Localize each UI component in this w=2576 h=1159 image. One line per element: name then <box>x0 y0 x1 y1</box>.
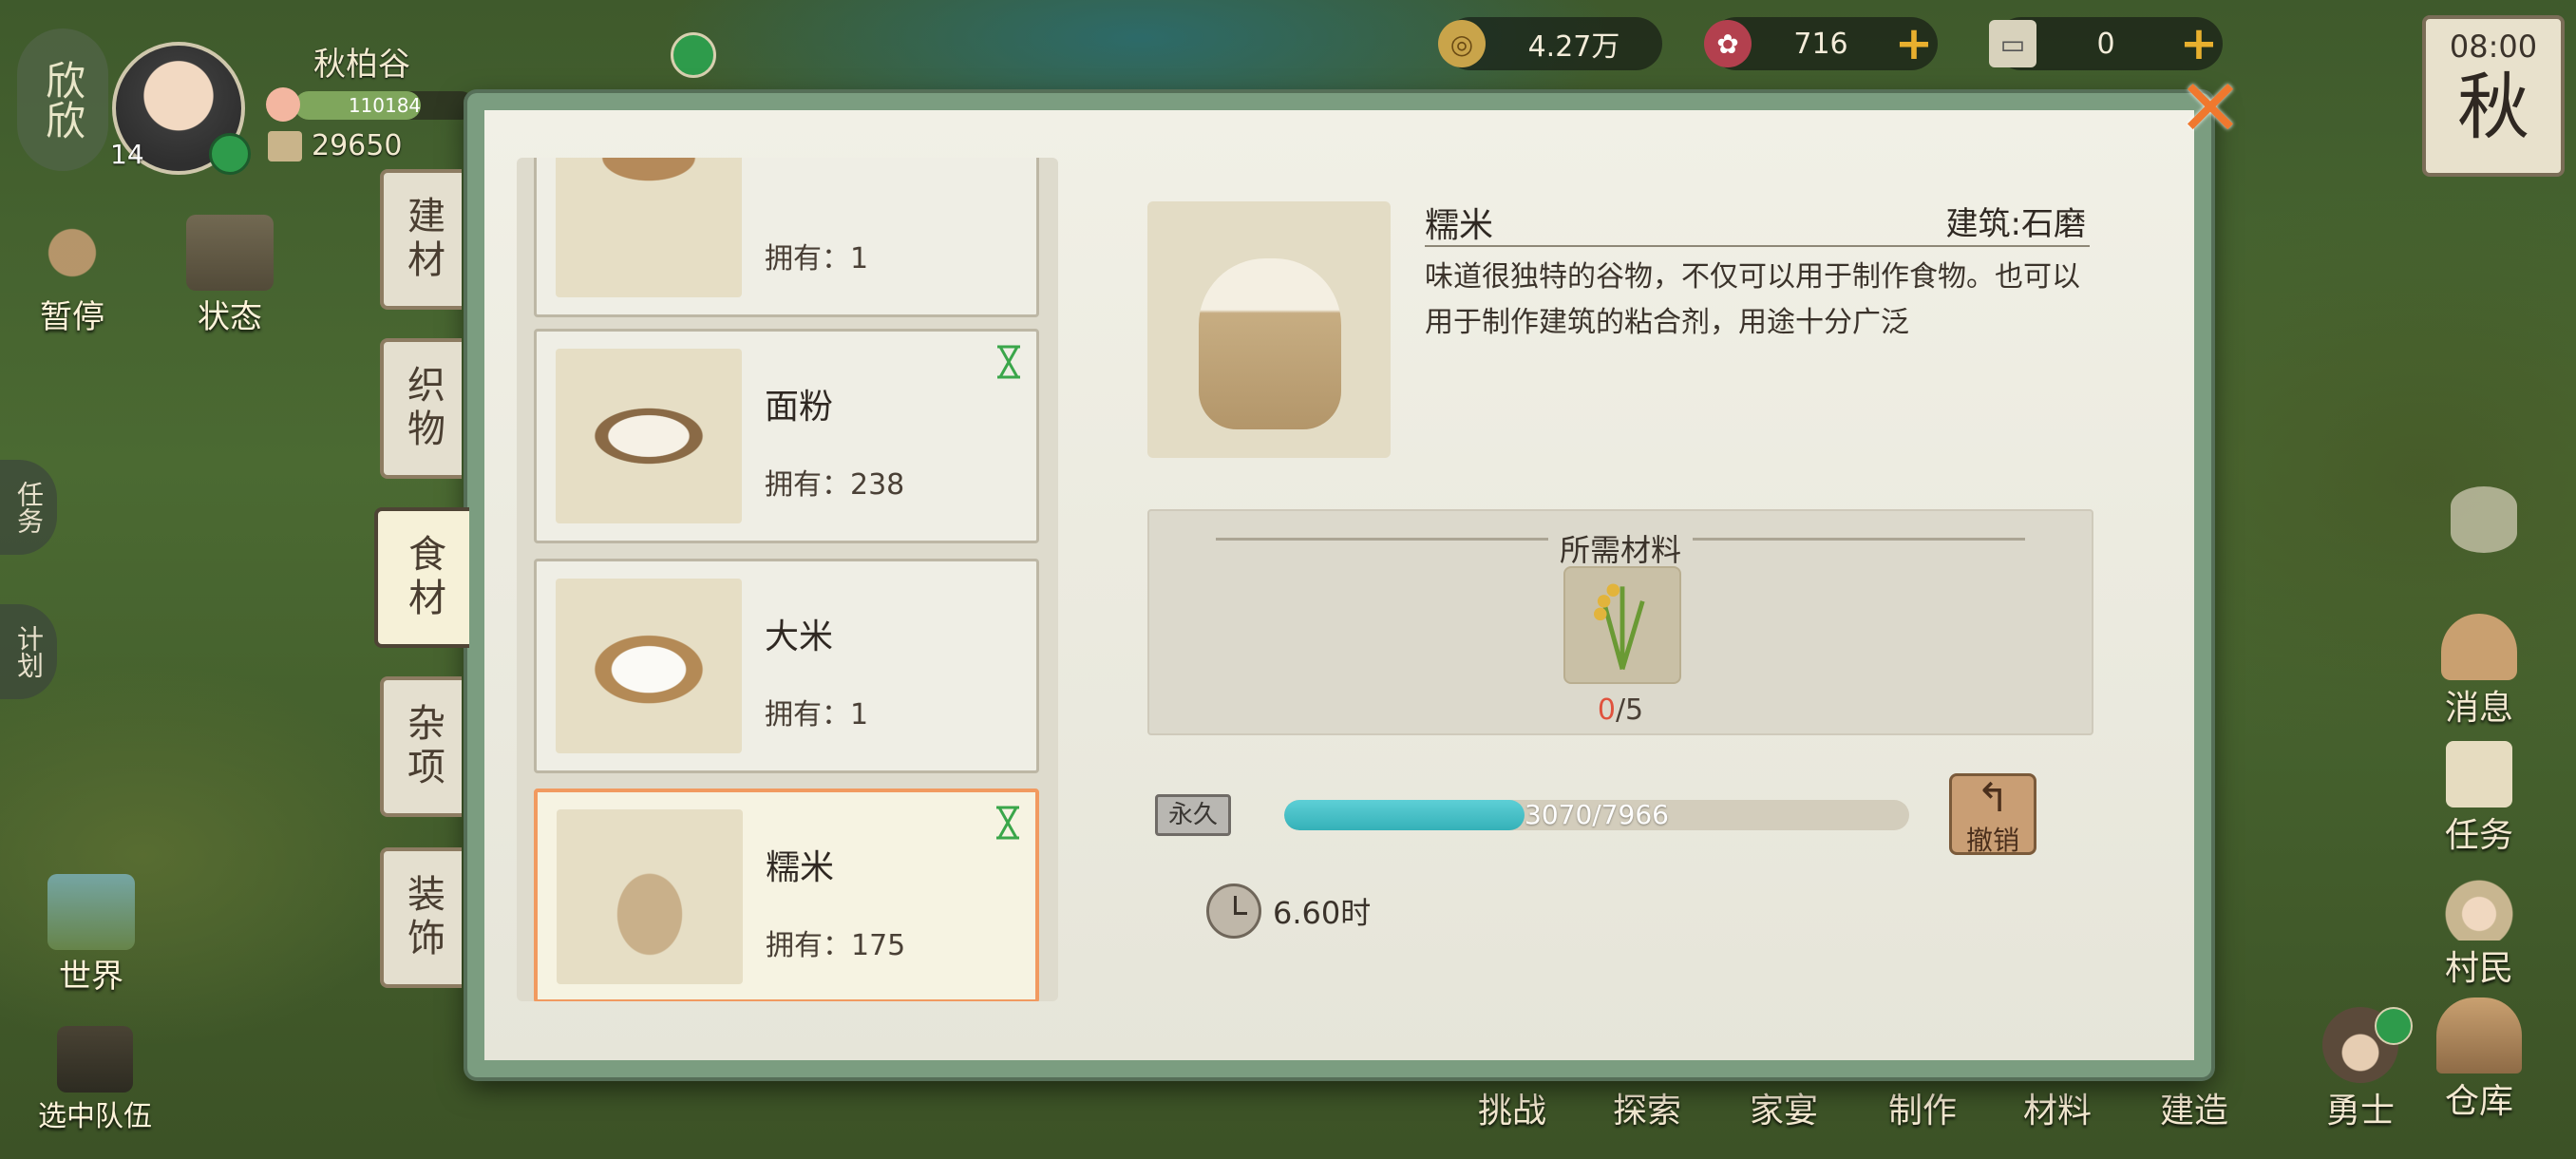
granary-icon <box>268 131 302 162</box>
rice-basket-icon <box>556 579 742 753</box>
clock-icon <box>1206 884 1261 939</box>
list-item[interactable]: 拥有：1 <box>534 158 1039 317</box>
warehouse-button[interactable]: 仓库 <box>2432 998 2527 1123</box>
bottom-feast[interactable]: 家宴 <box>1750 1083 1818 1132</box>
item-owned: 拥有：1 <box>765 242 869 276</box>
item-owned: 拥有：175 <box>766 929 906 962</box>
peach-icon <box>266 87 300 122</box>
bottom-materials[interactable]: 材料 <box>2023 1083 2092 1132</box>
rice-plant-icon <box>1594 583 1645 671</box>
clover-icon[interactable] <box>2451 486 2517 553</box>
bottom-craft[interactable]: 制作 <box>1888 1083 1957 1132</box>
flour-icon <box>556 349 742 523</box>
status-button[interactable]: 状态 <box>186 215 274 337</box>
gift-dot-icon[interactable] <box>671 32 716 78</box>
detail-divider <box>1425 245 2090 247</box>
world-button[interactable]: 世界 <box>47 874 135 997</box>
hourglass-icon <box>996 806 1019 840</box>
flower-icon: ✿ <box>1704 20 1752 67</box>
season-label: 秋 <box>2457 65 2529 149</box>
scroll-icon <box>2446 741 2512 808</box>
tab-ingredients[interactable]: 食材 <box>374 507 469 648</box>
message-button[interactable]: 消息 <box>2432 614 2527 730</box>
undo-button[interactable]: ↰ 撤销 <box>1949 773 2036 856</box>
gem-resource: ✿ 716 + <box>1704 17 1938 70</box>
ticket-resource: ▭ 0 + <box>1989 17 2223 70</box>
bottom-explore[interactable]: 探索 <box>1613 1083 1681 1132</box>
required-material-slot[interactable] <box>1563 566 1681 684</box>
bowl-icon <box>556 158 742 297</box>
bottom-challenge[interactable]: 挑战 <box>1478 1083 1546 1132</box>
hero-button[interactable]: 勇士 <box>2308 1007 2413 1132</box>
add-ticket-button[interactable]: + <box>2175 21 2223 66</box>
list-item[interactable]: 大米 拥有：1 <box>534 559 1039 773</box>
list-item[interactable]: 面粉 拥有：238 <box>534 329 1039 543</box>
detail-item-name: 糯米 <box>1425 206 1494 245</box>
player-coins: 29650 <box>312 129 403 162</box>
list-item-selected[interactable]: 糯米 拥有：175 <box>534 788 1039 1001</box>
pause-icon <box>28 215 116 291</box>
item-owned: 拥有：1 <box>765 698 869 732</box>
detail-description: 味道很独特的谷物，不仅可以用于制作食物。也可以用于制作建筑的粘合剂，用途十分广泛 <box>1425 260 2080 339</box>
player-short-badge: 欣欣 <box>17 28 108 171</box>
required-materials: 所需材料 0/5 <box>1147 509 2093 735</box>
clock-panel[interactable]: 08:00 秋 <box>2422 15 2565 177</box>
warehouse-icon <box>2436 998 2522 1074</box>
selected-item-image <box>1147 201 1391 458</box>
exp-bar: 110184 <box>294 91 475 120</box>
world-map-icon <box>47 874 135 950</box>
hero-notify-icon <box>2375 1007 2413 1045</box>
close-button[interactable]: ✕ <box>2177 70 2244 148</box>
craft-time: 6.60时 <box>1273 895 1372 931</box>
ticket-icon: ▭ <box>1989 20 2036 67</box>
player-level: 14 <box>110 139 144 170</box>
villager-icon <box>2441 874 2517 940</box>
progress-bar: 3070/7966 <box>1284 800 1909 830</box>
house-icon <box>186 215 274 291</box>
tab-misc[interactable]: 杂项 <box>380 676 462 817</box>
pause-button[interactable]: 暂停 <box>28 215 116 337</box>
team-portrait-icon <box>57 1026 133 1092</box>
item-list[interactable]: 拥有：1 面粉 拥有：238 大米 拥有：1 糯米 拥有：175 <box>517 158 1058 1001</box>
item-name: 糯米 <box>766 848 835 887</box>
plan-side-button[interactable]: 计划 <box>0 604 57 699</box>
coin-icon: ◎ <box>1438 20 1486 67</box>
tab-building-materials[interactable]: 建材 <box>380 169 462 310</box>
player-name: 秋柏谷 <box>313 46 410 84</box>
gem-value: 716 <box>1793 27 1848 61</box>
message-icon <box>2441 614 2517 680</box>
undo-label: 撤销 <box>1965 825 2019 856</box>
ticket-value: 0 <box>2096 27 2115 61</box>
player-panel[interactable]: 欣欣 14 秋柏谷 110184 29650 <box>0 0 716 180</box>
undo-arrow-icon: ↰ <box>1976 774 2010 821</box>
task-button[interactable]: 任务 <box>2432 741 2527 857</box>
coin-resource: ◎ 4.27万 <box>1438 17 1662 70</box>
clock-time: 08:00 <box>2449 28 2538 65</box>
bottom-build[interactable]: 建造 <box>2160 1083 2228 1132</box>
rice-sack-icon <box>557 809 743 984</box>
detail-building: 建筑:石磨 <box>1945 205 2086 243</box>
required-count: 0/5 <box>1597 694 1644 727</box>
task-side-button[interactable]: 任务 <box>0 460 57 555</box>
required-title: 所需材料 <box>1559 532 1681 568</box>
add-gem-button[interactable]: + <box>1890 21 1938 66</box>
team-button[interactable]: 选中队伍 <box>38 1026 152 1134</box>
tab-decorations[interactable]: 装饰 <box>380 847 462 988</box>
hourglass-icon <box>997 345 1020 379</box>
permanent-toggle[interactable]: 永久 <box>1155 794 1231 836</box>
villager-button[interactable]: 村民 <box>2432 874 2527 990</box>
online-dot <box>209 133 251 175</box>
coin-value: 4.27万 <box>1527 30 1620 64</box>
progress-text: 3070/7966 <box>1525 800 1669 830</box>
exp-value: 110184 <box>348 94 422 117</box>
item-name: 面粉 <box>765 388 834 427</box>
tab-fabrics[interactable]: 织物 <box>380 338 462 479</box>
item-name: 大米 <box>765 618 834 656</box>
rice-sack-icon <box>1199 258 1341 429</box>
item-owned: 拥有：238 <box>765 468 905 502</box>
